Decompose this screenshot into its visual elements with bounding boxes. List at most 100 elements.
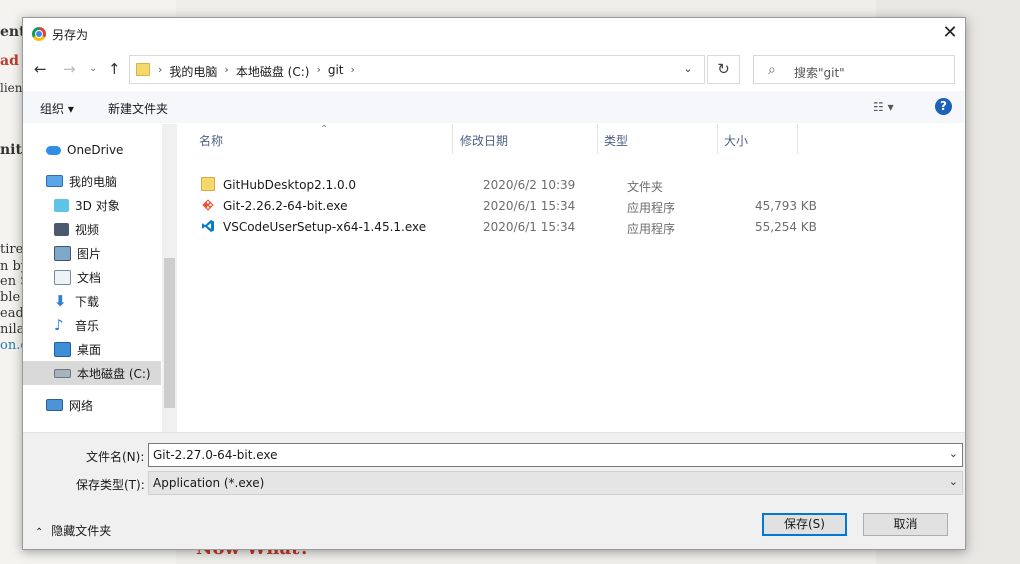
file-row[interactable]: VSCodeUserSetup-x64-1.45.1.exe 2020/6/1 … bbox=[197, 217, 817, 237]
chevron-up-icon: ⌃ bbox=[35, 527, 44, 538]
new-folder-button[interactable]: 新建文件夹 bbox=[108, 100, 168, 117]
filetype-value: Application (*.exe) bbox=[153, 476, 265, 490]
nav-item-music[interactable]: ♪ 音乐 bbox=[23, 313, 161, 337]
file-list: ⌃ 名称 修改日期 类型 大小 GitHubDesktop2.1.0.0 202… bbox=[177, 124, 965, 432]
column-divider[interactable] bbox=[452, 124, 453, 154]
column-divider[interactable] bbox=[597, 124, 598, 154]
chevron-down-icon[interactable]: ⌄ bbox=[949, 475, 958, 488]
bg-fragment: tire bbox=[0, 242, 24, 257]
drive-icon bbox=[54, 368, 71, 378]
address-bar[interactable]: › 我的电脑 › 本地磁盘 (C:) › git › bbox=[129, 55, 705, 84]
chevron-down-icon[interactable]: ⌄ bbox=[949, 447, 958, 460]
close-button[interactable]: ✕ bbox=[935, 18, 965, 48]
column-header-name[interactable]: 名称 bbox=[199, 132, 223, 149]
folder-icon bbox=[201, 177, 215, 191]
column-divider[interactable] bbox=[797, 124, 798, 154]
nav-item-documents[interactable]: 文档 bbox=[23, 265, 161, 289]
file-type: 应用程序 bbox=[627, 222, 676, 236]
download-icon: ⬇ bbox=[54, 291, 67, 310]
refresh-icon[interactable]: ↻ bbox=[707, 55, 740, 84]
save-as-dialog: 另存为 ✕ ← → ⌄ ↑ › 我的电脑 › 本地磁盘 (C:) › git ›… bbox=[22, 17, 966, 550]
breadcrumb-git[interactable]: git bbox=[328, 63, 344, 80]
breadcrumb-separator[interactable]: › bbox=[316, 63, 320, 80]
recent-locations-icon[interactable]: ⌄ bbox=[89, 61, 97, 77]
nav-scrollbar-thumb[interactable] bbox=[164, 258, 175, 408]
forward-arrow-icon[interactable]: → bbox=[63, 61, 76, 77]
cancel-button[interactable]: 取消 bbox=[863, 513, 948, 536]
bg-fragment: nit bbox=[0, 142, 22, 158]
bg-fragment: lien bbox=[0, 81, 23, 95]
nav-item-network[interactable]: 网络 bbox=[23, 393, 161, 417]
back-arrow-icon[interactable]: ← bbox=[34, 61, 47, 77]
title-bar: 另存为 ✕ bbox=[23, 18, 965, 49]
cloud-icon bbox=[46, 145, 61, 155]
nav-item-3d-objects[interactable]: 3D 对象 bbox=[23, 193, 161, 217]
breadcrumb-separator: › bbox=[158, 63, 163, 76]
help-icon[interactable]: ? bbox=[935, 98, 952, 115]
column-header-type[interactable]: 类型 bbox=[604, 132, 628, 149]
file-row[interactable]: Git-2.26.2-64-bit.exe 2020/6/1 15:34 应用程… bbox=[197, 196, 817, 216]
file-size: 55,254 KB bbox=[755, 220, 817, 234]
breadcrumb-separator[interactable]: › bbox=[224, 63, 228, 80]
nav-item-pictures[interactable]: 图片 bbox=[23, 241, 161, 265]
organize-button[interactable]: 组织 ▾ bbox=[40, 100, 74, 117]
save-options-panel: 文件名(N): Git-2.27.0-64-bit.exe ⌄ 保存类型(T):… bbox=[23, 432, 965, 549]
save-button[interactable]: 保存(S) bbox=[762, 513, 847, 536]
filename-label: 文件名(N): bbox=[86, 450, 145, 464]
file-size: 45,793 KB bbox=[755, 199, 817, 213]
cube-icon bbox=[54, 198, 69, 212]
file-date: 2020/6/1 15:34 bbox=[483, 220, 576, 234]
picture-icon bbox=[54, 245, 71, 261]
breadcrumb-separator[interactable]: › bbox=[351, 63, 355, 80]
folder-icon bbox=[136, 63, 150, 76]
chrome-icon bbox=[32, 27, 46, 41]
network-icon bbox=[46, 399, 63, 411]
bg-fragment: ad bbox=[0, 53, 19, 69]
desktop-icon bbox=[54, 341, 71, 357]
nav-item-local-disk[interactable]: 本地磁盘 (C:) bbox=[23, 361, 161, 385]
file-date: 2020/6/1 15:34 bbox=[483, 199, 576, 213]
column-divider[interactable] bbox=[717, 124, 718, 154]
bg-fragment: nila bbox=[0, 322, 25, 337]
search-placeholder: 搜索"git" bbox=[794, 66, 845, 80]
document-icon bbox=[54, 269, 71, 285]
navigation-pane: OneDrive 我的电脑 3D 对象 视频 图片 文档 ⬇ 下载 ♪ 音乐 桌… bbox=[23, 124, 177, 432]
file-row[interactable]: GitHubDesktop2.1.0.0 2020/6/2 10:39 文件夹 bbox=[197, 175, 797, 195]
command-toolbar: 组织 ▾ 新建文件夹 ☷ ▾ ? bbox=[23, 91, 965, 123]
filename-value: Git-2.27.0-64-bit.exe bbox=[153, 448, 278, 462]
address-dropdown-icon[interactable]: ⌄ bbox=[677, 55, 699, 84]
breadcrumb: › 我的电脑 › 本地磁盘 (C:) › git › bbox=[158, 63, 355, 80]
search-box[interactable]: ⌕ 搜索"git" bbox=[753, 55, 955, 84]
vscode-icon bbox=[201, 219, 215, 233]
nav-item-videos[interactable]: 视频 bbox=[23, 217, 161, 241]
nav-item-onedrive[interactable]: OneDrive bbox=[23, 138, 161, 162]
navigation-bar: ← → ⌄ ↑ › 我的电脑 › 本地磁盘 (C:) › git › ⌄ ↻ ⌕… bbox=[23, 49, 965, 91]
git-icon bbox=[201, 198, 215, 212]
file-name: VSCodeUserSetup-x64-1.45.1.exe bbox=[223, 220, 427, 234]
up-arrow-icon[interactable]: ↑ bbox=[108, 61, 121, 77]
filetype-select[interactable]: Application (*.exe) ⌄ bbox=[148, 471, 963, 495]
filename-input[interactable]: Git-2.27.0-64-bit.exe ⌄ bbox=[148, 443, 963, 467]
column-header-date[interactable]: 修改日期 bbox=[460, 132, 508, 149]
file-date: 2020/6/2 10:39 bbox=[483, 178, 576, 192]
nav-item-my-computer[interactable]: 我的电脑 bbox=[23, 169, 161, 193]
breadcrumb-local-disk[interactable]: 本地磁盘 (C:) bbox=[236, 63, 310, 80]
search-icon: ⌕ bbox=[768, 62, 776, 78]
music-icon: ♪ bbox=[54, 315, 64, 334]
dialog-title: 另存为 bbox=[52, 28, 89, 42]
view-options-icon[interactable]: ☷ ▾ bbox=[873, 100, 894, 114]
video-icon bbox=[54, 222, 69, 236]
bg-fragment: ead bbox=[0, 306, 24, 321]
hide-folders-toggle[interactable]: ⌃ 隐藏文件夹 bbox=[35, 522, 111, 539]
sort-ascending-icon: ⌃ bbox=[320, 124, 329, 135]
file-type: 应用程序 bbox=[627, 201, 676, 215]
file-name: GitHubDesktop2.1.0.0 bbox=[223, 178, 357, 192]
hide-folders-label: 隐藏文件夹 bbox=[51, 524, 112, 538]
nav-item-desktop[interactable]: 桌面 bbox=[23, 337, 161, 361]
computer-icon bbox=[46, 175, 63, 187]
column-header-size[interactable]: 大小 bbox=[724, 132, 748, 149]
file-name: Git-2.26.2-64-bit.exe bbox=[223, 199, 348, 213]
breadcrumb-my-computer[interactable]: 我的电脑 bbox=[169, 63, 217, 80]
nav-item-downloads[interactable]: ⬇ 下载 bbox=[23, 289, 161, 313]
filetype-label: 保存类型(T): bbox=[76, 478, 145, 492]
